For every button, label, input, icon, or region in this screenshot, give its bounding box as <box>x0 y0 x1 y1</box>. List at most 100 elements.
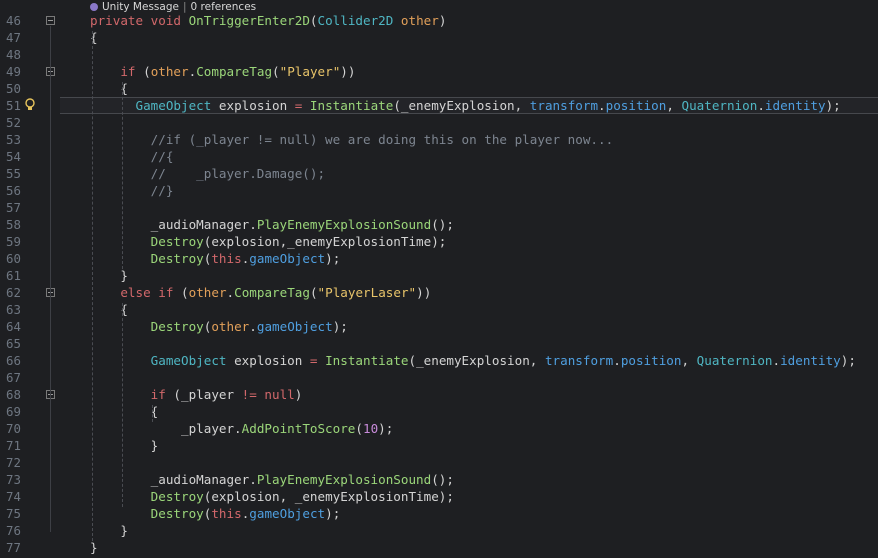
code-token: . <box>757 98 765 113</box>
code-token: , <box>666 98 682 113</box>
line-number: 69 <box>6 404 21 419</box>
line-number: 50 <box>6 81 21 96</box>
code-token: this <box>211 506 242 521</box>
fold-rail <box>50 77 51 260</box>
code-token: Quaternion <box>681 98 758 113</box>
code-token: (explosion,_enemyExplosionTime); <box>203 234 447 249</box>
code-line[interactable]: } <box>90 522 128 539</box>
code-token: gameObject <box>249 506 326 521</box>
code-token: if <box>150 387 174 402</box>
line-number: 52 <box>6 115 21 130</box>
code-token: this <box>211 251 242 266</box>
code-token: (); <box>431 217 454 232</box>
code-token: . <box>226 285 235 300</box>
line-number: 74 <box>6 489 21 504</box>
code-token: gameObject <box>256 319 333 334</box>
code-line[interactable]: private void OnTriggerEnter2D(Collider2D… <box>90 12 446 29</box>
code-line[interactable]: _player.AddPointToScore(10); <box>90 420 393 437</box>
lightbulb-icon[interactable] <box>24 98 36 112</box>
code-line[interactable]: GameObject explosion = Instantiate(_enem… <box>90 352 856 369</box>
line-number: 47 <box>6 30 21 45</box>
code-token: } <box>90 268 128 283</box>
code-token: GameObject <box>150 353 235 368</box>
code-token: Instantiate <box>325 353 409 368</box>
fold-rail <box>50 400 51 430</box>
code-token: ( <box>309 13 318 28</box>
line-number: 76 <box>6 523 21 538</box>
code-token: position <box>620 353 682 368</box>
code-token: ); <box>825 98 841 113</box>
code-token: (_enemyExplosion, <box>408 353 545 368</box>
code-token: private <box>90 13 151 28</box>
code-line[interactable]: } <box>90 437 159 454</box>
code-line[interactable]: //} <box>90 182 174 199</box>
code-token: . <box>249 319 257 334</box>
code-line[interactable]: Destroy(this.gameObject); <box>90 250 341 267</box>
code-token: other <box>150 64 189 79</box>
code-token: = <box>309 353 326 368</box>
code-token: other <box>188 285 227 300</box>
code-token: PlayEnemyExplosionSound <box>256 472 432 487</box>
code-line[interactable]: GameObject explosion = Instantiate(_enem… <box>90 97 841 114</box>
code-editor[interactable]: Unity Message | 0 references 46 private voi… <box>0 0 878 558</box>
code-token: if <box>120 64 144 79</box>
code-line[interactable]: Destroy(other.gameObject); <box>90 318 348 335</box>
line-number: 77 <box>6 540 21 555</box>
code-token: Destroy <box>150 251 204 266</box>
code-token: { <box>90 404 159 419</box>
code-token: ) <box>438 13 447 28</box>
code-line[interactable]: Destroy(explosion, _enemyExplosionTime); <box>90 488 454 505</box>
code-token: )) <box>340 64 356 79</box>
code-token: ( <box>181 285 189 300</box>
code-token: GameObject <box>135 98 219 113</box>
code-line[interactable]: Destroy(this.gameObject); <box>90 505 341 522</box>
code-token: PlayEnemyExplosionSound <box>256 217 432 232</box>
collapse-region-icon[interactable] <box>46 16 55 25</box>
code-token: CompareTag <box>196 64 273 79</box>
code-token: (explosion, _enemyExplosionTime); <box>203 489 454 504</box>
code-token: _audioManager. <box>90 472 257 487</box>
code-token: "PlayerLaser" <box>317 285 417 300</box>
code-token: AddPointToScore <box>241 421 356 436</box>
code-token: Destroy <box>150 319 204 334</box>
code-token: )) <box>416 285 432 300</box>
code-token: } <box>90 523 128 538</box>
code-line[interactable]: { <box>90 403 159 420</box>
code-token: // _player.Damage(); <box>90 166 326 181</box>
code-token: ); <box>332 319 348 334</box>
code-token: != null <box>241 387 295 402</box>
code-line[interactable]: } <box>90 539 98 556</box>
code-line[interactable]: Destroy(explosion,_enemyExplosionTime); <box>90 233 447 250</box>
line-number: 62 <box>6 285 21 300</box>
code-line[interactable]: _audioManager.PlayEnemyExplosionSound(); <box>90 216 454 233</box>
code-line[interactable]: //{ <box>90 148 174 165</box>
code-token: Instantiate <box>309 98 394 113</box>
code-token: CompareTag <box>234 285 310 300</box>
unity-icon <box>90 3 98 11</box>
line-number: 67 <box>6 370 21 385</box>
code-token: } <box>90 438 159 453</box>
code-token: ); <box>840 353 856 368</box>
code-token: //{ <box>90 149 174 164</box>
code-line[interactable]: } <box>90 267 128 284</box>
line-number: 56 <box>6 183 21 198</box>
code-line[interactable]: else if (other.CompareTag("PlayerLaser")… <box>90 284 431 301</box>
code-token: //if (_player != null) we are doing this… <box>90 132 614 147</box>
indent-guide <box>92 31 93 541</box>
line-number: 65 <box>6 336 21 351</box>
code-token: (); <box>431 472 454 487</box>
code-line[interactable]: //if (_player != null) we are doing this… <box>90 131 614 148</box>
code-token: _audioManager. <box>90 217 257 232</box>
code-token: ( <box>355 421 363 436</box>
code-line[interactable]: // _player.Damage(); <box>90 165 325 182</box>
code-token: identity <box>764 98 826 113</box>
code-token: explosion <box>234 353 310 368</box>
code-token: , <box>681 353 697 368</box>
line-number: 66 <box>6 353 21 368</box>
code-line[interactable]: if (other.CompareTag("Player")) <box>90 63 355 80</box>
code-line[interactable]: _audioManager.PlayEnemyExplosionSound(); <box>90 471 454 488</box>
